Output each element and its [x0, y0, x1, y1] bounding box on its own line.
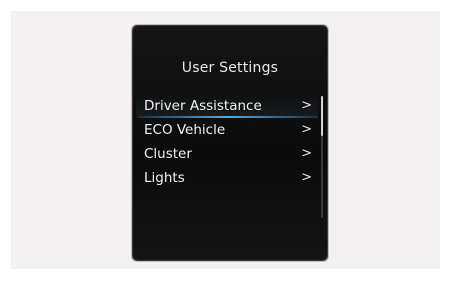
- menu-item-eco-vehicle[interactable]: ECO Vehicle >: [136, 118, 318, 142]
- chevron-right-icon: >: [301, 146, 312, 161]
- chevron-right-icon: >: [301, 122, 312, 137]
- menu-item-cluster[interactable]: Cluster >: [136, 142, 318, 166]
- menu-item-label: Driver Assistance: [144, 98, 262, 114]
- menu-item-label: ECO Vehicle: [144, 122, 226, 138]
- chevron-right-icon: >: [301, 98, 312, 113]
- screen-title: User Settings: [181, 60, 279, 76]
- menu-item-label: Lights: [144, 170, 185, 186]
- settings-menu: Driver Assistance > ECO Vehicle > Cluste…: [136, 94, 318, 190]
- scrollbar[interactable]: [321, 96, 323, 218]
- chevron-right-icon: >: [301, 170, 312, 185]
- menu-item-lights[interactable]: Lights >: [136, 166, 318, 190]
- scrollbar-thumb[interactable]: [321, 96, 323, 136]
- menu-item-label: Cluster: [144, 146, 192, 162]
- cluster-display: User Settings Driver Assistance > ECO Ve…: [133, 26, 327, 260]
- menu-item-driver-assistance[interactable]: Driver Assistance >: [136, 94, 318, 118]
